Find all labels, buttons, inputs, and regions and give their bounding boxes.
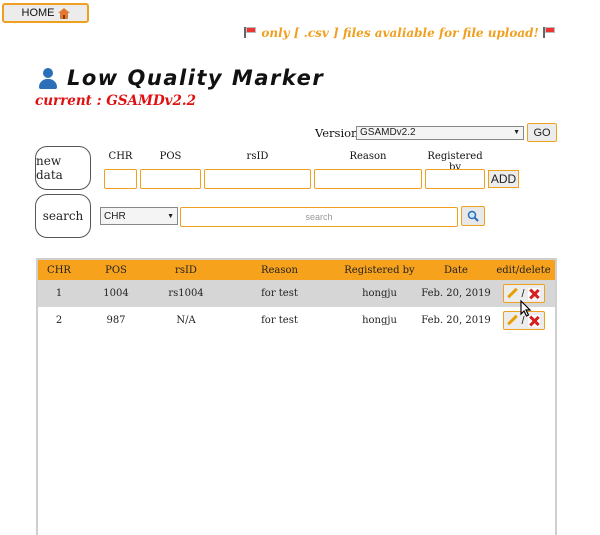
search-field-selected: CHR — [104, 210, 126, 222]
col-label-rsid: rsID — [246, 151, 269, 162]
th-registered-by: Registered by — [339, 260, 420, 280]
cell-reason: for test — [261, 315, 298, 326]
current-version: current : GSAMDv2.2 — [35, 93, 197, 109]
cell-date: Feb. 20, 2019 — [420, 280, 492, 307]
search-input[interactable]: search — [180, 207, 458, 227]
cell-pos: 1004 — [80, 280, 152, 307]
edit-separator: / — [521, 287, 525, 300]
cell-pos: 987 — [106, 315, 126, 326]
cell-registered-by: hongju — [362, 315, 397, 326]
page-title: Low Quality Marker — [37, 66, 324, 90]
th-chr: CHR — [38, 260, 80, 280]
cell-registered-by: hongju — [339, 280, 420, 307]
marker-table: CHR POS rsID Reason Registered by Date e… — [36, 258, 557, 535]
chevron-down-icon: ▼ — [167, 212, 174, 220]
flag-icon — [543, 27, 556, 38]
home-button[interactable]: HOME — [2, 3, 89, 23]
new-data-button[interactable]: new data — [35, 146, 91, 190]
pencil-icon[interactable] — [507, 288, 518, 299]
cell-rsid: rs1004 — [152, 280, 220, 307]
search-field-select[interactable]: CHR ▼ — [100, 207, 178, 225]
reason-input[interactable] — [314, 169, 422, 189]
user-icon — [37, 67, 59, 89]
table-row: 1 1004 rs1004 for test hongju Feb. 20, 2… — [38, 280, 555, 307]
th-reason: Reason — [220, 260, 339, 280]
delete-icon[interactable] — [527, 287, 540, 300]
mouse-cursor-icon — [520, 300, 532, 317]
search-button[interactable]: search — [35, 194, 91, 238]
page-title-text: Low Quality Marker — [67, 66, 325, 90]
search-icon — [467, 210, 479, 222]
cell-reason: for test — [220, 280, 339, 307]
version-selected: GSAMDv2.2 — [360, 127, 416, 138]
registered-by-input[interactable] — [425, 169, 485, 189]
chevron-down-icon: ▼ — [513, 129, 520, 136]
add-button[interactable]: ADD — [488, 170, 519, 188]
flag-icon — [244, 27, 257, 38]
go-button[interactable]: GO — [527, 123, 557, 142]
th-date: Date — [420, 260, 492, 280]
house-icon — [57, 7, 70, 19]
table-header-row: CHR POS rsID Reason Registered by Date e… — [38, 260, 555, 280]
col-label-pos: POS — [159, 151, 182, 162]
upload-notice: only [ .csv ] files avaliable for file u… — [244, 26, 556, 40]
home-label: HOME — [21, 7, 55, 19]
col-label-chr: CHR — [108, 151, 133, 162]
cell-date: Feb. 20, 2019 — [421, 315, 491, 326]
chr-input[interactable] — [104, 169, 137, 189]
table-row: 2 987 N/A for test hongju Feb. 20, 2019 … — [38, 307, 555, 334]
search-submit-button[interactable] — [461, 206, 485, 226]
upload-notice-text: only [ .csv ] files avaliable for file u… — [261, 26, 539, 40]
th-edit-delete: edit/delete — [492, 260, 555, 280]
cell-rsid: N/A — [176, 315, 196, 326]
rsid-input[interactable] — [204, 169, 311, 189]
pos-input[interactable] — [140, 169, 201, 189]
th-pos: POS — [80, 260, 152, 280]
th-rsid: rsID — [152, 260, 220, 280]
cell-chr: 2 — [55, 315, 63, 326]
version-select[interactable]: GSAMDv2.2 ▼ — [356, 126, 524, 140]
pencil-icon[interactable] — [507, 315, 518, 326]
col-label-reason: Reason — [349, 151, 387, 162]
cell-chr: 1 — [38, 280, 80, 307]
